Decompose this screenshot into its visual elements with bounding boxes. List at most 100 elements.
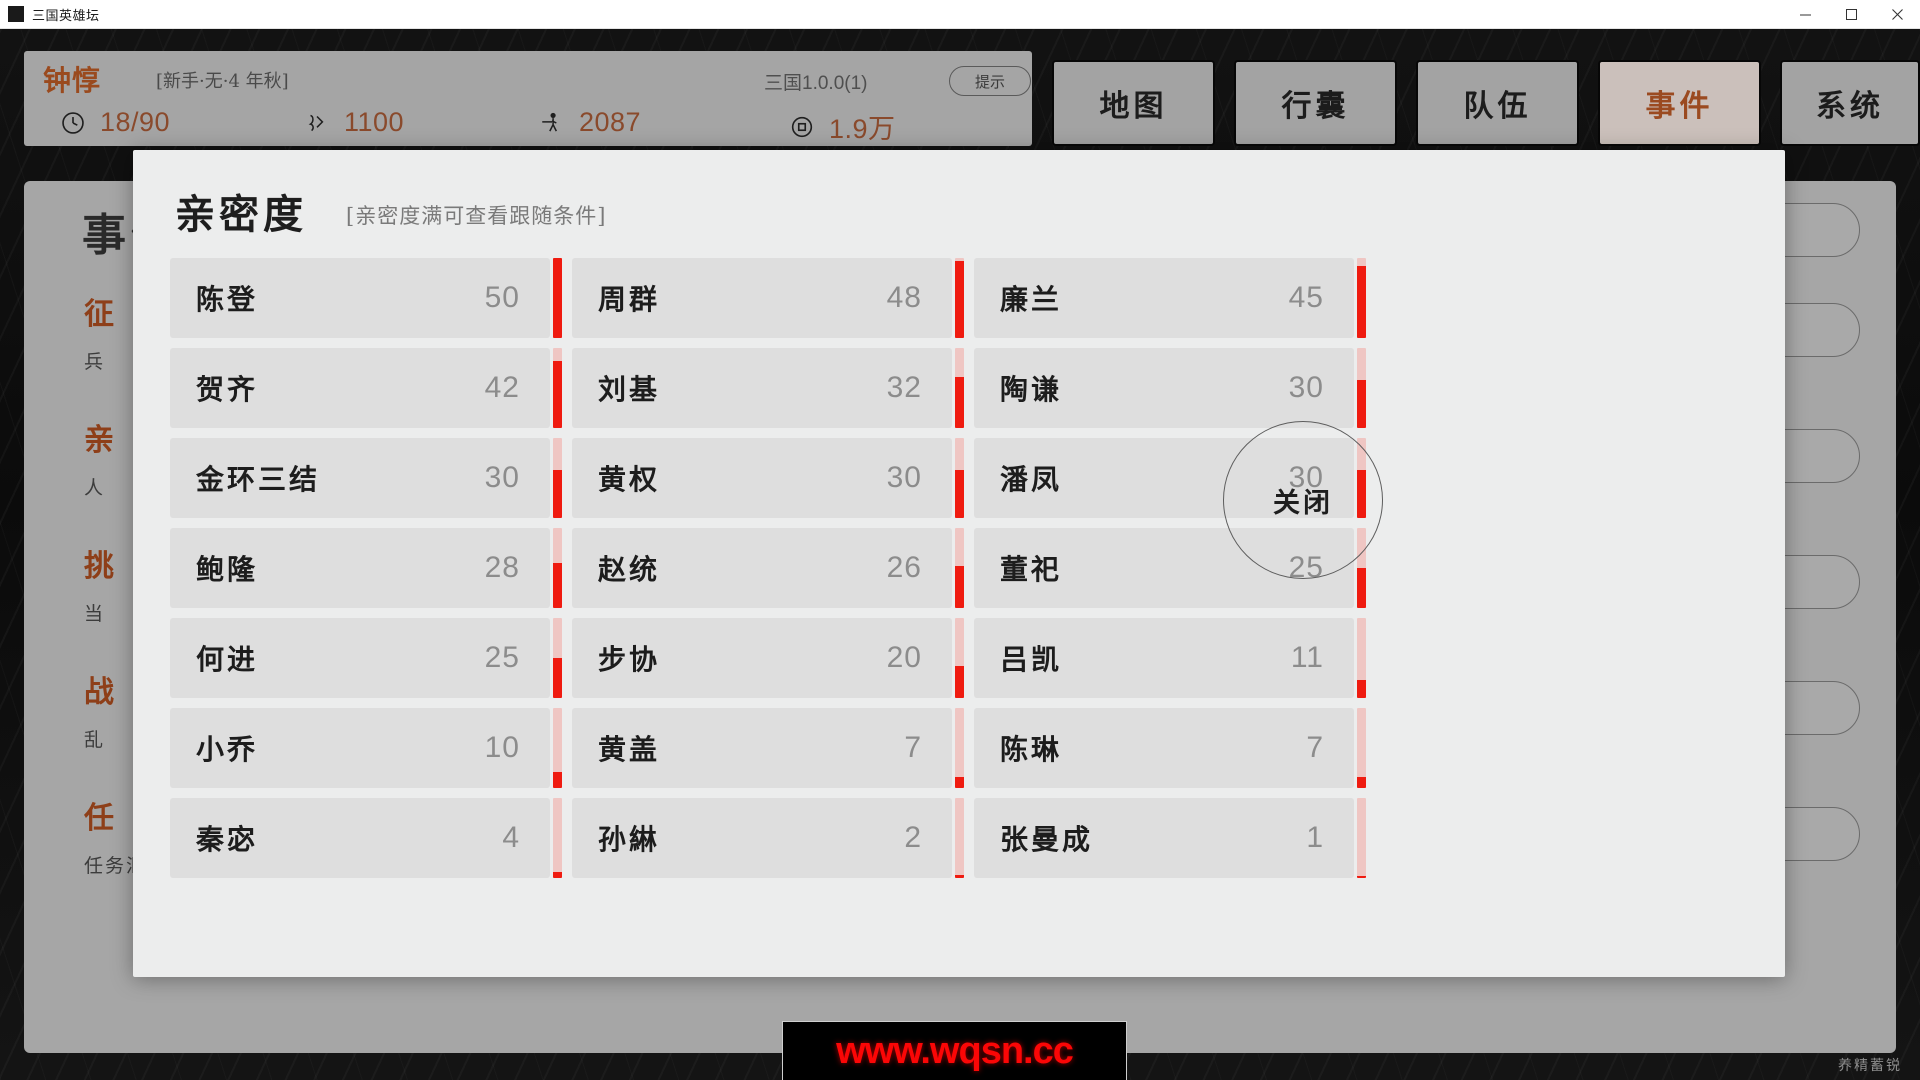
intimacy-gauge-fill (553, 772, 562, 788)
game-version: 三国1.0.0(1) (764, 73, 868, 94)
event-entry[interactable]: 亲 人 (84, 415, 117, 500)
intimacy-gauge (955, 438, 964, 518)
intimacy-card[interactable]: 步协 20 (572, 618, 964, 698)
intimacy-card-name: 黄盖 (598, 733, 661, 766)
intimacy-card[interactable]: 赵统 26 (572, 528, 964, 608)
intimacy-card-name: 步协 (598, 643, 661, 676)
app-window: 三国英雄坛 钟惇 [新手·无·4 年秋] 三国1.0.0(1) 提示 18/90… (0, 0, 1920, 1080)
intimacy-card[interactable]: 陈琳 7 (974, 708, 1366, 788)
intimacy-card-name: 董祀 (1000, 553, 1063, 586)
intimacy-gauge-fill (1357, 875, 1366, 878)
intimacy-card-value: 30 (484, 461, 520, 494)
window-titlebar: 三国英雄坛 (0, 0, 1920, 29)
intimacy-gauge-fill (553, 871, 562, 878)
intimacy-gauge-fill (553, 563, 562, 608)
intimacy-card[interactable]: 刘基 32 (572, 348, 964, 428)
event-desc: 当 (84, 603, 106, 625)
nav-label-system: 系统 (1816, 89, 1884, 124)
intimacy-card[interactable]: 孙綝 2 (572, 798, 964, 878)
intimacy-modal: 亲密度 [亲密度满可查看跟随条件] 陈登 50 贺齐 42 金环三结 30 鲍隆 28 何进 25… (133, 150, 1785, 977)
intimacy-card-value: 28 (484, 551, 520, 584)
close-modal-button[interactable]: 关闭 (1223, 421, 1383, 579)
intimacy-card[interactable]: 金环三结 30 (170, 438, 562, 518)
intimacy-card[interactable]: 张曼成 1 (974, 798, 1366, 878)
intimacy-card-value: 30 (886, 461, 922, 494)
nav-item-map[interactable]: 地图 (1052, 60, 1215, 146)
intimacy-card-name: 刘基 (598, 373, 661, 406)
event-desc: 乱 (84, 729, 106, 751)
intimacy-card-value: 10 (484, 731, 520, 764)
intimacy-gauge-fill (553, 658, 562, 698)
intimacy-card[interactable]: 贺齐 42 (170, 348, 562, 428)
intimacy-card[interactable]: 小乔 10 (170, 708, 562, 788)
intimacy-card-value: 7 (1306, 731, 1324, 764)
intimacy-card-name: 孙綝 (598, 823, 661, 856)
player-status: [新手·无·4 年秋] (156, 71, 289, 92)
intimacy-gauge-fill (955, 376, 964, 428)
intimacy-card-name: 吕凯 (1000, 643, 1063, 676)
intimacy-gauge-fill (955, 566, 964, 608)
intimacy-card-name: 金环三结 (196, 463, 321, 496)
intimacy-card[interactable]: 秦宓 4 (170, 798, 562, 878)
intimacy-gauge (955, 348, 964, 428)
intimacy-card-name: 赵统 (598, 553, 661, 586)
tip-button[interactable]: 提示 (949, 66, 1031, 96)
hud-stats: 18/90 1100 2087 1.9万 (24, 107, 1032, 146)
intimacy-gauge-fill (553, 360, 562, 428)
intimacy-gauge (553, 528, 562, 608)
intimacy-card-name: 周群 (598, 283, 661, 316)
intimacy-card[interactable]: 鲍隆 28 (170, 528, 562, 608)
intimacy-card-name: 陈登 (196, 283, 259, 316)
event-desc: 人 (84, 477, 106, 499)
event-desc: 兵 (84, 351, 106, 373)
intimacy-card-value: 32 (886, 371, 922, 404)
nav-item-system[interactable]: 系统 (1780, 60, 1920, 146)
minimize-button[interactable] (1782, 0, 1828, 29)
app-icon (8, 6, 24, 22)
event-entry[interactable]: 挑 当 (84, 541, 117, 626)
intimacy-card[interactable]: 黄盖 7 (572, 708, 964, 788)
nav-item-bag[interactable]: 行囊 (1234, 60, 1397, 146)
intimacy-gauge (955, 258, 964, 338)
intimacy-card-name: 何进 (196, 643, 259, 676)
intimacy-card-value: 25 (484, 641, 520, 674)
intimacy-card[interactable]: 陶谦 30 (974, 348, 1366, 428)
modal-title: 亲密度 (175, 191, 307, 238)
intimacy-gauge-fill (955, 666, 964, 698)
intimacy-card[interactable]: 陈登 50 (170, 258, 562, 338)
intimacy-card[interactable]: 廉兰 45 (974, 258, 1366, 338)
intimacy-card-value: 2 (904, 821, 922, 854)
intimacy-card-value: 26 (886, 551, 922, 584)
intimacy-card-value: 4 (502, 821, 520, 854)
intimacy-card[interactable]: 吕凯 11 (974, 618, 1366, 698)
intimacy-card-name: 陈琳 (1000, 733, 1063, 766)
game-viewport: 钟惇 [新手·无·4 年秋] 三国1.0.0(1) 提示 18/90 1100 … (0, 29, 1920, 1080)
intimacy-gauge (1357, 618, 1366, 698)
intimacy-gauge-fill (1357, 776, 1366, 788)
player-hud: 钟惇 [新手·无·4 年秋] 三国1.0.0(1) 提示 18/90 1100 … (24, 51, 1032, 146)
intimacy-card[interactable]: 周群 48 (572, 258, 964, 338)
intimacy-gauge-fill (1357, 680, 1366, 698)
intimacy-card[interactable]: 黄权 30 (572, 438, 964, 518)
intimacy-card[interactable]: 何进 25 (170, 618, 562, 698)
intimacy-gauge-fill (955, 261, 964, 338)
nav-item-events[interactable]: 事件 (1598, 60, 1761, 146)
intimacy-card-value: 1 (1306, 821, 1324, 854)
intimacy-grid: 陈登 50 贺齐 42 金环三结 30 鲍隆 28 何进 25 小乔 10 秦宓 4 周群 48 刘基 32 黄权 3… (170, 258, 1366, 878)
close-window-button[interactable] (1874, 0, 1920, 29)
maximize-button[interactable] (1828, 0, 1874, 29)
stat-population: 1.9万 (789, 107, 896, 146)
event-entry[interactable]: 征 兵 (84, 289, 117, 374)
troop-icon (542, 112, 558, 131)
intimacy-gauge (1357, 798, 1366, 878)
event-heading: 挑 (84, 549, 117, 584)
intimacy-card-value: 50 (484, 281, 520, 314)
intimacy-gauge (553, 618, 562, 698)
nav-item-team[interactable]: 队伍 (1416, 60, 1579, 146)
stat-money-value: 1100 (344, 107, 405, 137)
intimacy-gauge (1357, 348, 1366, 428)
intimacy-card-name: 鲍隆 (196, 553, 259, 586)
intimacy-gauge (955, 798, 964, 878)
event-heading: 征 (84, 297, 117, 332)
event-entry[interactable]: 战 乱 (84, 667, 117, 752)
